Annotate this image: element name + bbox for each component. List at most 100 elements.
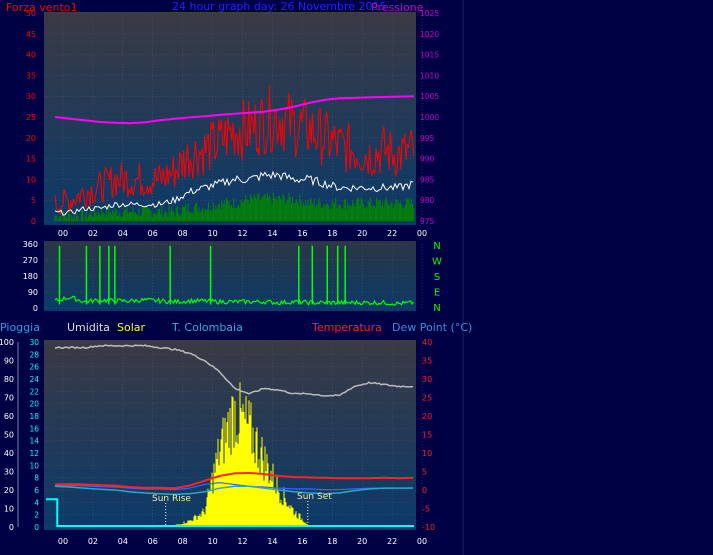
- pressure-tick-label: 1005: [420, 92, 439, 101]
- bottom-hour-label: 06: [148, 537, 158, 546]
- rain-tick-label: 14: [29, 437, 39, 446]
- compass-label: W: [432, 257, 442, 268]
- rain-tick-label: 16: [29, 424, 39, 433]
- wind-tick-label: 45: [26, 30, 36, 39]
- humidity-tick-label: 20: [4, 486, 14, 495]
- legend-pioggia: Pioggia: [0, 321, 40, 334]
- direction-tick-label: 180: [23, 272, 38, 281]
- temperature-tick-label: 40: [422, 338, 432, 347]
- temperature-tick-label: 30: [422, 375, 432, 384]
- wind-tick-label: 35: [26, 71, 36, 80]
- rain-tick-label: 24: [29, 375, 39, 384]
- pressure-tick-label: 980: [420, 196, 435, 205]
- compass-label: E: [434, 288, 440, 299]
- temperature-tick-label: 35: [422, 357, 432, 366]
- pressure-tick-label: 1015: [420, 51, 439, 60]
- bottom-hour-label: 10: [207, 537, 217, 546]
- bottom-hour-label: 02: [88, 537, 98, 546]
- humidity-tick-label: 60: [4, 412, 14, 421]
- sun-set-label: Sun Set: [297, 492, 332, 502]
- wind-tick-label: 50: [26, 9, 36, 18]
- wind-hour-label: 12: [237, 229, 247, 238]
- humidity-tick-label: 30: [4, 468, 14, 477]
- pressure-tick-label: 990: [420, 155, 435, 164]
- pressure-tick-label: 975: [420, 217, 435, 226]
- bottom-hour-label: 00: [417, 537, 427, 546]
- wind-axis-label: Forza vento1: [6, 1, 78, 14]
- wind-hour-label: 02: [88, 229, 98, 238]
- legend-dewpoint: Dew Point (°C): [392, 321, 472, 334]
- rain-tick-label: 8: [34, 474, 39, 483]
- weather-graphs: Forza vento1 24 hour graph day: 26 Novem…: [0, 0, 713, 555]
- wind-hour-label: 20: [357, 229, 367, 238]
- wind-hour-label: 16: [297, 229, 307, 238]
- compass-label: N: [433, 241, 440, 252]
- wind-tick-label: 15: [26, 155, 36, 164]
- wind-tick-label: 40: [26, 51, 36, 60]
- bottom-hour-label: 08: [178, 537, 188, 546]
- wind-tick-label: 25: [26, 113, 36, 122]
- wind-hour-label: 08: [178, 229, 188, 238]
- wind-hour-label: 06: [148, 229, 158, 238]
- bottom-hour-label: 18: [327, 537, 337, 546]
- rain-tick-label: 28: [29, 350, 39, 359]
- direction-tick-label: 270: [23, 256, 38, 265]
- rain-tick-label: 6: [34, 486, 39, 495]
- bottom-hour-label: 04: [118, 537, 128, 546]
- bottom-hour-label: 22: [387, 537, 397, 546]
- wind-hour-label: 10: [207, 229, 217, 238]
- pressure-tick-label: 995: [420, 134, 435, 143]
- temperature-tick-label: 5: [422, 468, 427, 477]
- wind-hour-label: 14: [267, 229, 277, 238]
- legend-temperatura: Temperatura: [311, 321, 382, 334]
- humidity-tick-label: 40: [4, 449, 14, 458]
- wind-tick-label: 10: [26, 175, 36, 184]
- pressure-tick-label: 1010: [420, 71, 439, 80]
- temperature-tick-label: 20: [422, 412, 432, 421]
- wind-hour-label: 18: [327, 229, 337, 238]
- rain-tick-label: 26: [29, 363, 39, 372]
- humidity-tick-label: 80: [4, 375, 14, 384]
- wind-hour-label: 22: [387, 229, 397, 238]
- sun-rise-label: Sun Rise: [152, 494, 191, 504]
- pressure-axis-label: Pressione: [371, 1, 424, 14]
- wind-plot-area: [44, 12, 416, 225]
- temperature-tick-label: 25: [422, 394, 432, 403]
- bottom-hour-label: 20: [357, 537, 367, 546]
- temperature-tick-label: 15: [422, 431, 432, 440]
- bottom-hour-label: 00: [58, 537, 68, 546]
- wind-hour-label: 04: [118, 229, 128, 238]
- temperature-tick-label: -5: [422, 505, 430, 514]
- compass-label: N: [433, 303, 440, 314]
- pressure-tick-label: 985: [420, 175, 435, 184]
- humidity-tick-label: 70: [4, 394, 14, 403]
- wind-hour-label: 00: [417, 229, 427, 238]
- humidity-tick-label: 90: [4, 357, 14, 366]
- pressure-tick-label: 1020: [420, 30, 439, 39]
- humidity-tick-label: 10: [4, 505, 14, 514]
- compass-label: S: [434, 272, 440, 283]
- rain-tick-label: 20: [29, 400, 39, 409]
- wind-tick-label: 0: [31, 217, 36, 226]
- rain-tick-label: 22: [29, 387, 39, 396]
- direction-tick-label: 360: [23, 240, 38, 249]
- rain-tick-label: 4: [34, 498, 39, 507]
- direction-tick-label: 90: [28, 288, 38, 297]
- bottom-hour-label: 12: [237, 537, 247, 546]
- rain-tick-label: 12: [29, 449, 39, 458]
- temperature-tick-label: -10: [422, 523, 435, 532]
- legend-solar: Solar: [117, 321, 146, 334]
- legend-tcolombaia: T. Colombaia: [171, 321, 243, 334]
- pressure-tick-label: 1025: [420, 9, 439, 18]
- rain-tick-label: 30: [29, 338, 39, 347]
- direction-tick-label: 0: [33, 304, 38, 313]
- humidity-tick-label: 50: [4, 431, 14, 440]
- legend-umidita: Umidita: [67, 321, 110, 334]
- rain-tick-label: 2: [34, 511, 39, 520]
- rain-tick-label: 0: [34, 523, 39, 532]
- wind-tick-label: 20: [26, 134, 36, 143]
- wind-hour-label: 00: [58, 229, 68, 238]
- humidity-tick-label: 100: [0, 338, 14, 347]
- chart-title: 24 hour graph day: 26 Novembre 2015: [172, 0, 386, 13]
- bottom-hour-label: 16: [297, 537, 307, 546]
